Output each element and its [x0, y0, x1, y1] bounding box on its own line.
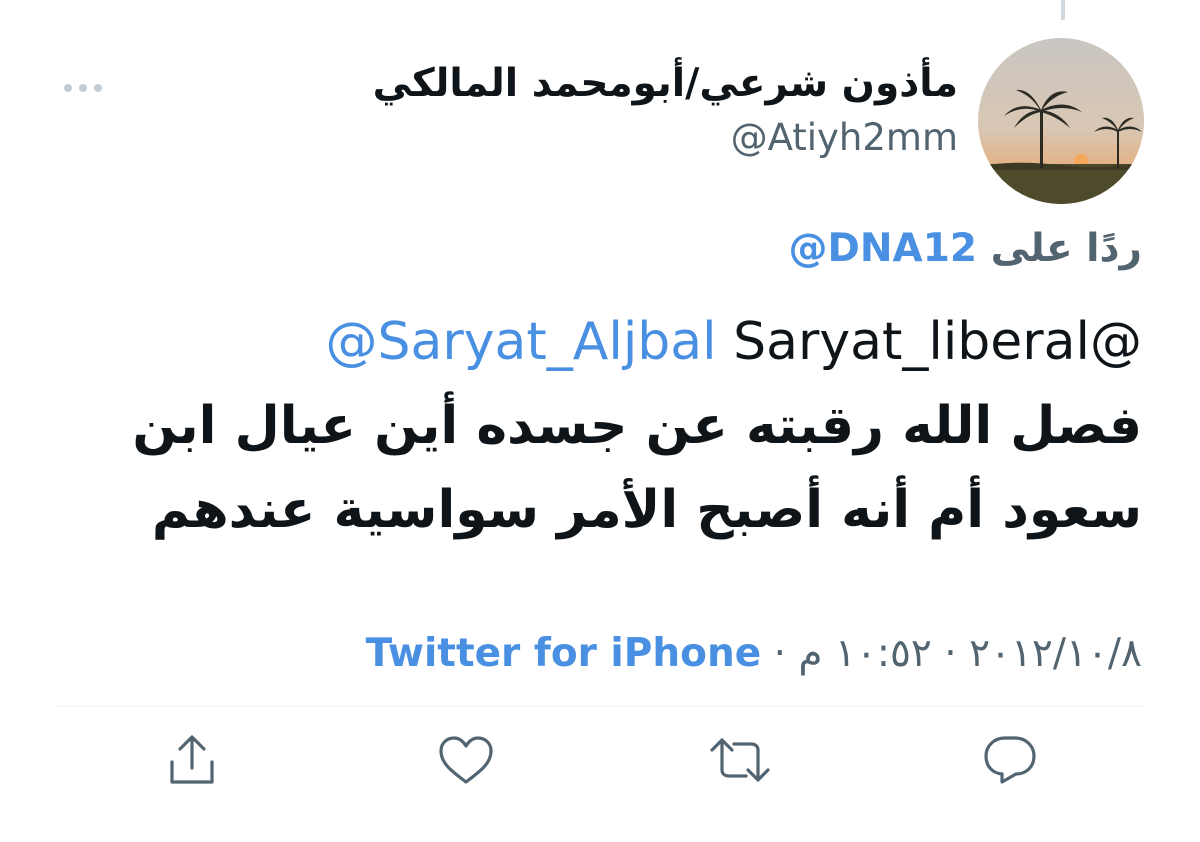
more-options-button[interactable] — [60, 70, 106, 106]
share-button[interactable] — [160, 728, 224, 792]
tweet-metadata: ٢٠١٢/١٠/٨ · ١٠:٥٢ م · Twitter for iPhone — [366, 626, 1142, 682]
replying-to: ردًا على @DNA12 — [789, 222, 1142, 276]
tweet-source-link[interactable]: Twitter for iPhone — [366, 631, 762, 676]
author-handle[interactable]: @Atiyh2mm — [373, 110, 958, 166]
actions-divider — [58, 706, 1142, 707]
mention-text: Saryat_liberal@ — [733, 312, 1142, 372]
meta-separator: · — [944, 631, 957, 676]
avatar-palm-sunset-image — [978, 38, 1144, 204]
tweet-body: Saryat_liberal@ @Saryat_Aljbal فصل الله … — [52, 300, 1142, 552]
tweet-body-mentions-line: Saryat_liberal@ @Saryat_Aljbal — [52, 300, 1142, 384]
reply-button[interactable] — [978, 728, 1042, 792]
retweet-icon — [710, 738, 770, 782]
reply-bubble-icon — [984, 736, 1036, 784]
share-upload-icon — [170, 735, 214, 784]
meta-separator: · — [773, 631, 786, 676]
author-display-name[interactable]: مأذون شرعي/أبومحمد المالكي — [373, 58, 958, 110]
heart-icon — [439, 736, 493, 784]
tweet-body-line-2: فصل الله رقبته عن جسده أين عيال ابن — [132, 396, 1142, 456]
tweet-author: مأذون شرعي/أبومحمد المالكي @Atiyh2mm — [373, 58, 958, 166]
thread-connector-line — [1061, 0, 1065, 20]
more-horizontal-icon — [64, 84, 102, 92]
tweet-body-line-3: سعود أم أنه أصبح الأمر سواسية عندهم — [151, 480, 1142, 540]
retweet-button[interactable] — [708, 728, 772, 792]
tweet-date[interactable]: ٢٠١٢/١٠/٨ — [969, 631, 1142, 676]
like-button[interactable] — [434, 728, 498, 792]
mention-link[interactable]: @Saryat_Aljbal — [326, 312, 717, 372]
replying-to-handle-link[interactable]: @DNA12 — [789, 226, 977, 271]
tweet-time[interactable]: ١٠:٥٢ م — [798, 631, 931, 676]
replying-to-label: ردًا على — [990, 226, 1142, 271]
tweet-card: مأذون شرعي/أبومحمد المالكي @Atiyh2mm ردً… — [0, 0, 1200, 842]
avatar[interactable] — [978, 38, 1144, 204]
